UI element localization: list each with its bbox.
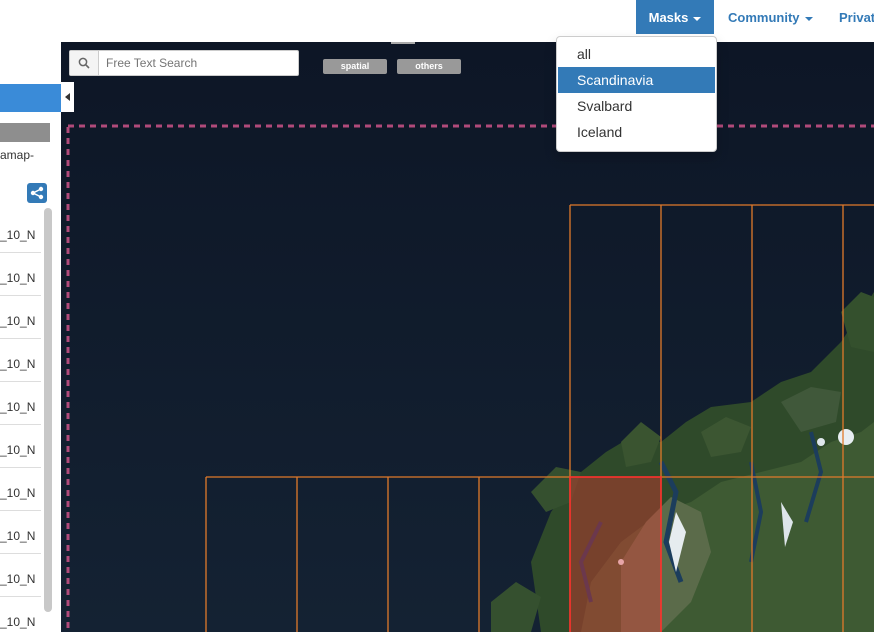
selected-tile[interactable] [569,476,662,632]
sidebar-scrollbar[interactable] [44,208,52,612]
list-item[interactable]: _10_N [0,210,41,253]
share-icon [30,186,44,200]
list-item[interactable]: _10_N [0,597,41,632]
sidebar: amap- _10_N _10_N _10_N _10_N _10_N _10_… [0,40,61,632]
search-box [69,50,301,76]
caret-down-icon [693,16,702,21]
satellite-map [61,42,874,632]
mask-option-iceland[interactable]: Iceland [558,119,715,145]
list-item[interactable]: _10_N [0,339,41,382]
list-item[interactable]: _10_N [0,468,41,511]
list-item[interactable]: _10_N [0,511,41,554]
search-icon [78,57,90,69]
list-item[interactable]: _10_N [0,253,41,296]
sidebar-text: amap- [0,148,35,162]
search-button[interactable] [70,51,99,75]
top-navbar: Masks Community Privat [0,0,874,40]
list-item[interactable]: _10_N [0,382,41,425]
nav-community-dropdown[interactable]: Community [728,0,813,34]
nav-masks-label: Masks [648,10,689,25]
mask-option-all[interactable]: all [558,41,715,67]
list-item[interactable]: _10_N [0,554,41,597]
nav-private-link[interactable]: Privat [839,0,874,34]
list-item[interactable]: _10_N [0,425,41,468]
nav-community-label: Community [728,10,800,25]
share-button[interactable] [27,183,47,203]
mask-option-svalbard[interactable]: Svalbard [558,93,715,119]
result-list: _10_N _10_N _10_N _10_N _10_N _10_N _10_… [0,210,41,632]
nav-masks-dropdown[interactable]: Masks [636,0,714,34]
map-view[interactable]: spatial others [61,42,874,632]
drag-handle[interactable] [391,42,415,44]
search-input[interactable] [99,51,301,75]
caret-down-icon [804,16,813,21]
nav-private-label: Privat [839,10,874,25]
mask-option-scandinavia[interactable]: Scandinavia [558,67,715,93]
filter-others-button[interactable]: others [397,59,461,74]
sidebar-collapse-button[interactable] [61,82,74,112]
sidebar-gray-bar [0,123,50,142]
list-item[interactable]: _10_N [0,296,41,339]
filter-spatial-button[interactable]: spatial [323,59,387,74]
masks-dropdown-menu: all Scandinavia Svalbard Iceland [556,36,717,152]
sidebar-active-header[interactable] [0,84,61,112]
